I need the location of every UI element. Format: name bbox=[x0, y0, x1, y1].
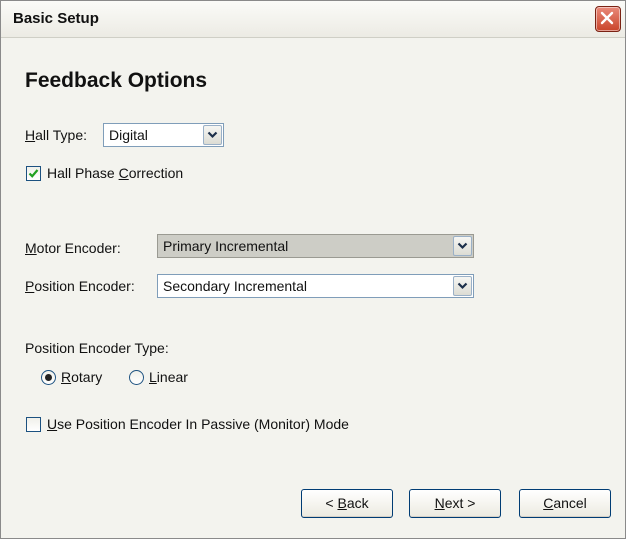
next-button[interactable]: Next > bbox=[409, 489, 501, 518]
check-icon bbox=[28, 169, 39, 178]
motor-encoder-select[interactable]: Primary Incremental bbox=[157, 234, 474, 258]
hall-phase-correction-checkbox[interactable] bbox=[26, 166, 41, 181]
close-button[interactable] bbox=[595, 6, 621, 32]
chevron-down-icon bbox=[457, 242, 468, 250]
passive-mode-checkbox[interactable] bbox=[26, 417, 41, 432]
position-encoder-value: Secondary Incremental bbox=[163, 278, 307, 294]
radio-selected-dot bbox=[45, 374, 52, 381]
page-title: Feedback Options bbox=[25, 69, 208, 92]
rotary-radio[interactable] bbox=[41, 370, 56, 385]
linear-radio[interactable] bbox=[129, 370, 144, 385]
hall-type-value: Digital bbox=[109, 127, 148, 143]
passive-mode-label: Use Position Encoder In Passive (Monitor… bbox=[47, 416, 349, 432]
linear-radio-label: Linear bbox=[149, 369, 188, 385]
close-icon bbox=[600, 11, 614, 25]
back-button[interactable]: < Back bbox=[301, 489, 393, 518]
cancel-button[interactable]: Cancel bbox=[519, 489, 611, 518]
position-encoder-label: Position Encoder: bbox=[25, 278, 135, 294]
motor-encoder-label: Motor Encoder: bbox=[25, 240, 121, 256]
position-encoder-select[interactable]: Secondary Incremental bbox=[157, 274, 474, 298]
motor-encoder-dropdown-button[interactable] bbox=[453, 236, 472, 256]
chevron-down-icon bbox=[207, 131, 218, 139]
motor-encoder-value: Primary Incremental bbox=[163, 238, 289, 254]
hall-phase-correction-label: Hall Phase Correction bbox=[47, 165, 184, 181]
hall-type-dropdown-button[interactable] bbox=[203, 125, 222, 145]
position-encoder-type-label: Position Encoder Type: bbox=[25, 340, 169, 356]
hall-type-label: Hall Type: bbox=[25, 127, 88, 143]
hall-type-select[interactable]: Digital bbox=[103, 123, 224, 147]
rotary-radio-label: Rotary bbox=[61, 369, 103, 385]
title-bar: Basic Setup bbox=[1, 1, 625, 38]
position-encoder-dropdown-button[interactable] bbox=[453, 276, 472, 296]
chevron-down-icon bbox=[457, 282, 468, 290]
basic-setup-window: Basic Setup Feedback Options Hall Type: … bbox=[0, 0, 626, 539]
window-title: Basic Setup bbox=[13, 10, 99, 27]
